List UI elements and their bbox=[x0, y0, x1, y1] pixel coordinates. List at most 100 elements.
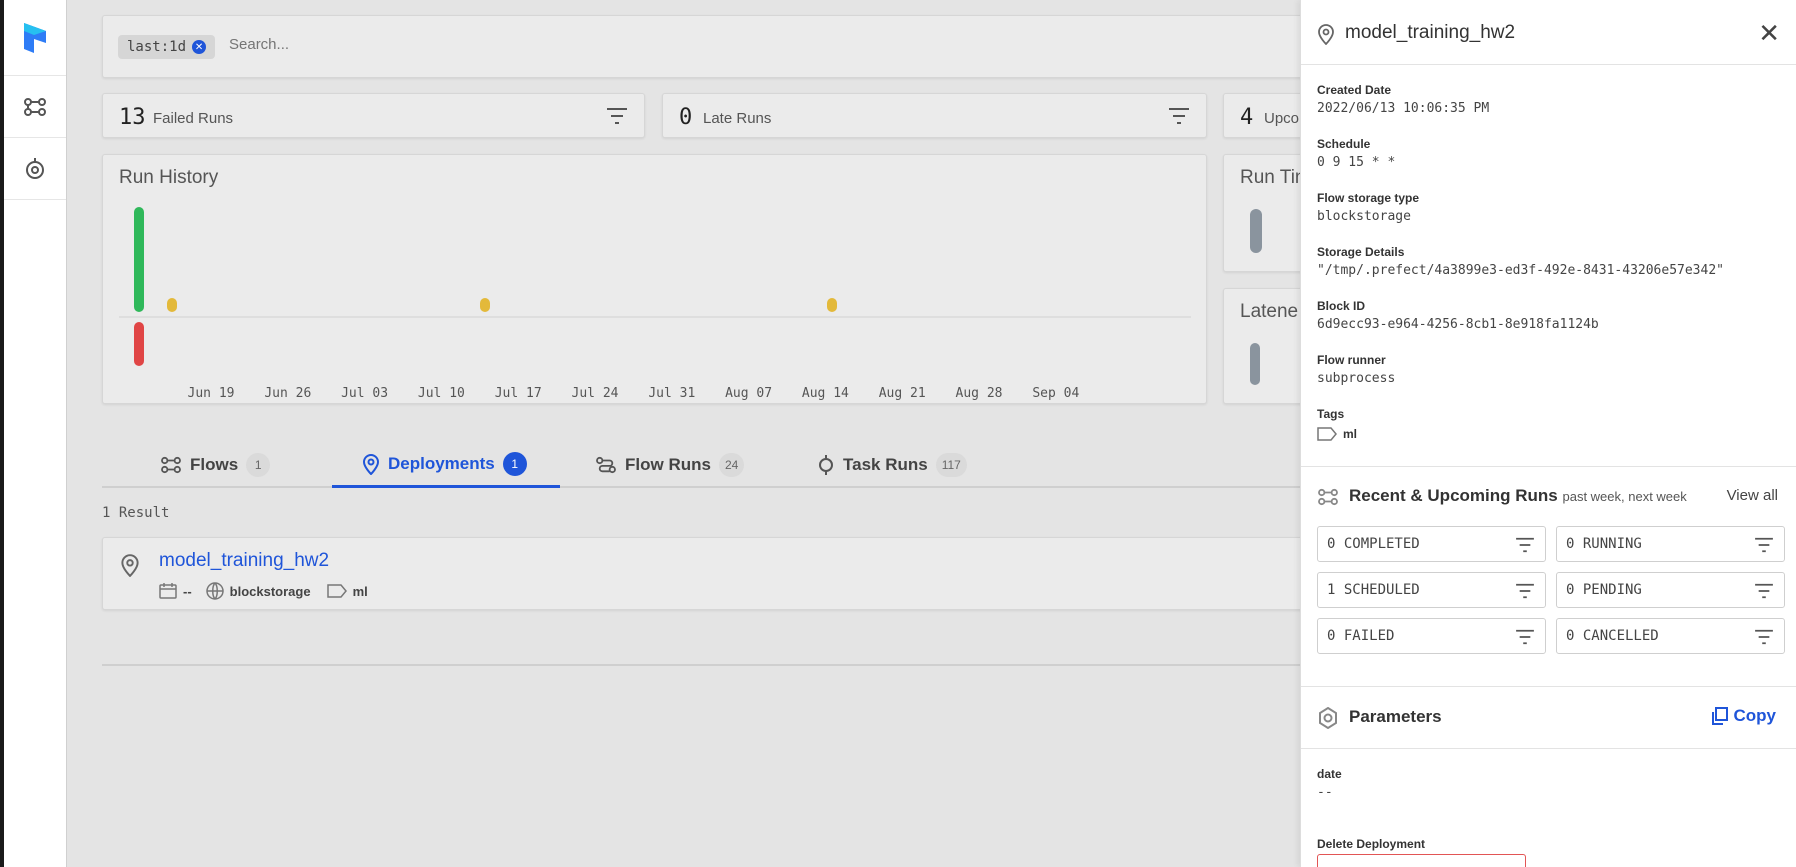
state-filter-completed[interactable]: 0 COMPLETED bbox=[1317, 526, 1546, 562]
divider bbox=[102, 664, 1352, 666]
bar-completed bbox=[134, 207, 144, 312]
tab-deployments[interactable]: Deployments 1 bbox=[332, 442, 560, 488]
gear-icon bbox=[1319, 707, 1337, 729]
field-value: 0 9 15 * * bbox=[1317, 155, 1396, 170]
field-storage-details: Storage Details "/tmp/.prefect/4a3899e3-… bbox=[1317, 245, 1724, 278]
filter-icon[interactable] bbox=[606, 107, 628, 125]
flows-icon bbox=[1318, 488, 1338, 506]
tag-icon bbox=[326, 584, 347, 598]
x-axis-label: Aug 07 bbox=[725, 386, 772, 401]
field-label: Created Date bbox=[1317, 83, 1392, 97]
field-value: "/tmp/.prefect/4a3899e3-ed3f-492e-8431-4… bbox=[1317, 263, 1724, 278]
lateness-bar bbox=[1250, 343, 1260, 385]
tab-flows-label: Flows bbox=[190, 455, 239, 474]
field-value: 2022/06/13 10:06:35 PM bbox=[1317, 101, 1490, 116]
state-filter-label: 0 COMPLETED bbox=[1327, 536, 1420, 552]
delete-label: Delete Deployment bbox=[1317, 837, 1426, 851]
field-schedule: Schedule 0 9 15 * * bbox=[1317, 137, 1395, 170]
deployment-row[interactable]: model_training_hw2 -- blockstorage ml bbox=[102, 537, 1352, 610]
field-label: Tags bbox=[1317, 407, 1345, 421]
main-content: last:1d ✕ 13 Failed Runs 0 Late Runs 4 U… bbox=[67, 0, 1363, 867]
state-filter-running[interactable]: 0 RUNNING bbox=[1556, 526, 1785, 562]
panel-title: model_training_hw2 bbox=[1345, 22, 1516, 43]
field-label: Flow storage type bbox=[1317, 191, 1420, 205]
tab-flow-runs[interactable]: Flow Runs 24 bbox=[595, 442, 745, 488]
filter-icon[interactable] bbox=[1168, 107, 1190, 125]
filter-icon bbox=[1755, 537, 1773, 553]
filter-icon bbox=[1516, 537, 1534, 553]
deployment-detail-panel: model_training_hw2 ✕ Created Date 2022/0… bbox=[1300, 0, 1796, 867]
sidebar bbox=[4, 0, 67, 867]
copy-button[interactable]: Copy bbox=[1711, 706, 1777, 726]
divider bbox=[1301, 748, 1796, 749]
state-filter-failed[interactable]: 0 FAILED bbox=[1317, 618, 1546, 654]
location-pin-icon bbox=[121, 554, 139, 577]
filter-chip-label: last:1d bbox=[127, 39, 187, 55]
failed-runs-label: Failed Runs bbox=[153, 110, 234, 127]
tag-icon bbox=[1317, 427, 1337, 441]
location-pin-icon bbox=[362, 453, 380, 475]
field-label: Flow runner bbox=[1317, 353, 1386, 367]
prefect-logo-icon bbox=[24, 22, 46, 53]
flow-runs-icon bbox=[596, 456, 616, 474]
x-axis-label: Jun 26 bbox=[264, 386, 311, 401]
param-name: date bbox=[1317, 767, 1342, 781]
deployment-storage: blockstorage bbox=[229, 583, 311, 599]
bar-scheduled bbox=[827, 298, 837, 312]
view-all-link[interactable]: View all bbox=[1727, 487, 1778, 504]
field-label: Schedule bbox=[1317, 137, 1371, 151]
field-label: Block ID bbox=[1317, 299, 1366, 313]
bar-scheduled bbox=[167, 298, 177, 312]
tab-flow-runs-label: Flow Runs bbox=[625, 455, 711, 474]
deployment-tag: ml bbox=[352, 583, 368, 599]
state-filter-scheduled[interactable]: 1 SCHEDULED bbox=[1317, 572, 1546, 608]
run-times-bar bbox=[1250, 209, 1262, 253]
parameters-title: Parameters bbox=[1349, 707, 1442, 726]
tab-deployments-label: Deployments bbox=[388, 453, 495, 473]
x-axis-label: Jul 24 bbox=[572, 386, 619, 401]
late-runs-card: 0 Late Runs bbox=[662, 93, 1207, 138]
field-label: Storage Details bbox=[1317, 245, 1405, 259]
tab-bar: Flows 1 Deployments 1 Flow Runs 24 Task … bbox=[102, 442, 1352, 488]
tab-deployments-count: 1 bbox=[502, 451, 527, 476]
filter-chip[interactable]: last:1d ✕ bbox=[118, 35, 216, 59]
late-runs-label: Late Runs bbox=[703, 110, 772, 127]
prefect-logo[interactable] bbox=[4, 0, 66, 76]
search-input[interactable] bbox=[229, 36, 829, 53]
x-axis-labels: Jun 19 Jun 26 Jul 03 Jul 10 Jul 17 Jul 24 Jul … bbox=[188, 386, 1080, 401]
upcoming-runs-count: 4 bbox=[1240, 105, 1254, 130]
tab-flow-runs-count: 24 bbox=[718, 453, 745, 477]
copy-label: Copy bbox=[1733, 706, 1777, 725]
deployment-schedule: -- bbox=[183, 583, 192, 599]
field-value: 6d9ecc93-e964-4256-8cb1-8e918fa1124b bbox=[1317, 317, 1599, 332]
tab-flows[interactable]: Flows 1 bbox=[160, 442, 271, 488]
failed-runs-count: 13 bbox=[119, 105, 146, 130]
calendar-icon bbox=[159, 583, 177, 599]
x-axis-label: Aug 21 bbox=[879, 386, 926, 401]
close-icon[interactable]: ✕ bbox=[192, 40, 207, 54]
recent-runs-title: Recent & Upcoming Runs past week, next w… bbox=[1349, 486, 1687, 506]
tab-task-runs[interactable]: Task Runs 117 bbox=[817, 442, 967, 488]
run-times-title: Run Tin bbox=[1240, 167, 1306, 188]
filter-icon bbox=[1516, 583, 1534, 599]
recent-runs-heading: Recent & Upcoming Runs bbox=[1349, 486, 1558, 505]
x-axis-label: Jul 10 bbox=[418, 386, 465, 401]
sidebar-item-flows[interactable] bbox=[4, 76, 66, 138]
state-filter-cancelled[interactable]: 0 CANCELLED bbox=[1556, 618, 1785, 654]
copy-icon bbox=[1711, 707, 1728, 725]
run-history-card: Run History Jun 19 Jun 26 Jul 03 Jul 10 Jul … bbox=[102, 154, 1207, 404]
sidebar-item-work-queues[interactable] bbox=[4, 138, 66, 200]
deployment-name-link[interactable]: model_training_hw2 bbox=[159, 550, 329, 572]
state-filter-label: 1 SCHEDULED bbox=[1327, 582, 1420, 598]
close-icon[interactable]: ✕ bbox=[1758, 20, 1780, 46]
state-filter-pending[interactable]: 0 PENDING bbox=[1556, 572, 1785, 608]
late-runs-count: 0 bbox=[679, 105, 693, 130]
field-flow-runner: Flow runner subprocess bbox=[1317, 353, 1395, 386]
x-axis-label: Aug 14 bbox=[802, 386, 849, 401]
bar-scheduled bbox=[480, 298, 490, 312]
recent-runs-subtitle: past week, next week bbox=[1562, 489, 1687, 504]
location-pin-icon bbox=[1318, 24, 1334, 45]
field-value: blockstorage bbox=[1317, 209, 1411, 224]
delete-deployment-button[interactable] bbox=[1317, 854, 1526, 867]
filter-icon bbox=[1516, 629, 1534, 645]
